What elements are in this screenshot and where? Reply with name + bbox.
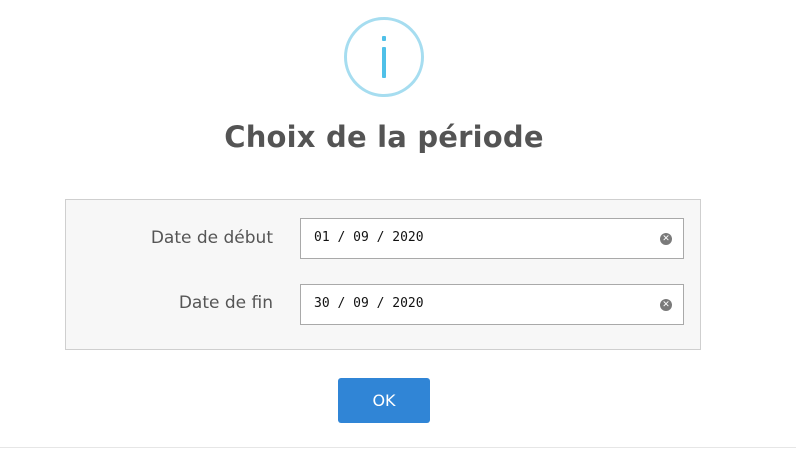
start-date-label: Date de début [150, 228, 273, 248]
end-date-value[interactable]: 30 / 09 / 2020 [314, 296, 424, 311]
clear-icon[interactable]: ✕ [660, 233, 672, 245]
info-icon-dot [382, 36, 386, 41]
ok-button[interactable]: OK [338, 378, 430, 423]
end-date-input[interactable]: 30 / 09 / 2020 ✕ [300, 284, 684, 325]
divider [0, 447, 796, 448]
start-date-input[interactable]: 01 / 09 / 2020 ✕ [300, 218, 684, 259]
clear-icon[interactable]: ✕ [660, 299, 672, 311]
info-icon [344, 17, 424, 97]
dialog-title: Choix de la période [224, 120, 544, 154]
end-date-label: Date de fin [178, 293, 273, 313]
date-range-panel: Date de début 01 / 09 / 2020 ✕ Date de f… [65, 199, 701, 350]
info-icon-bar [382, 47, 386, 78]
start-date-value[interactable]: 01 / 09 / 2020 [314, 230, 424, 245]
